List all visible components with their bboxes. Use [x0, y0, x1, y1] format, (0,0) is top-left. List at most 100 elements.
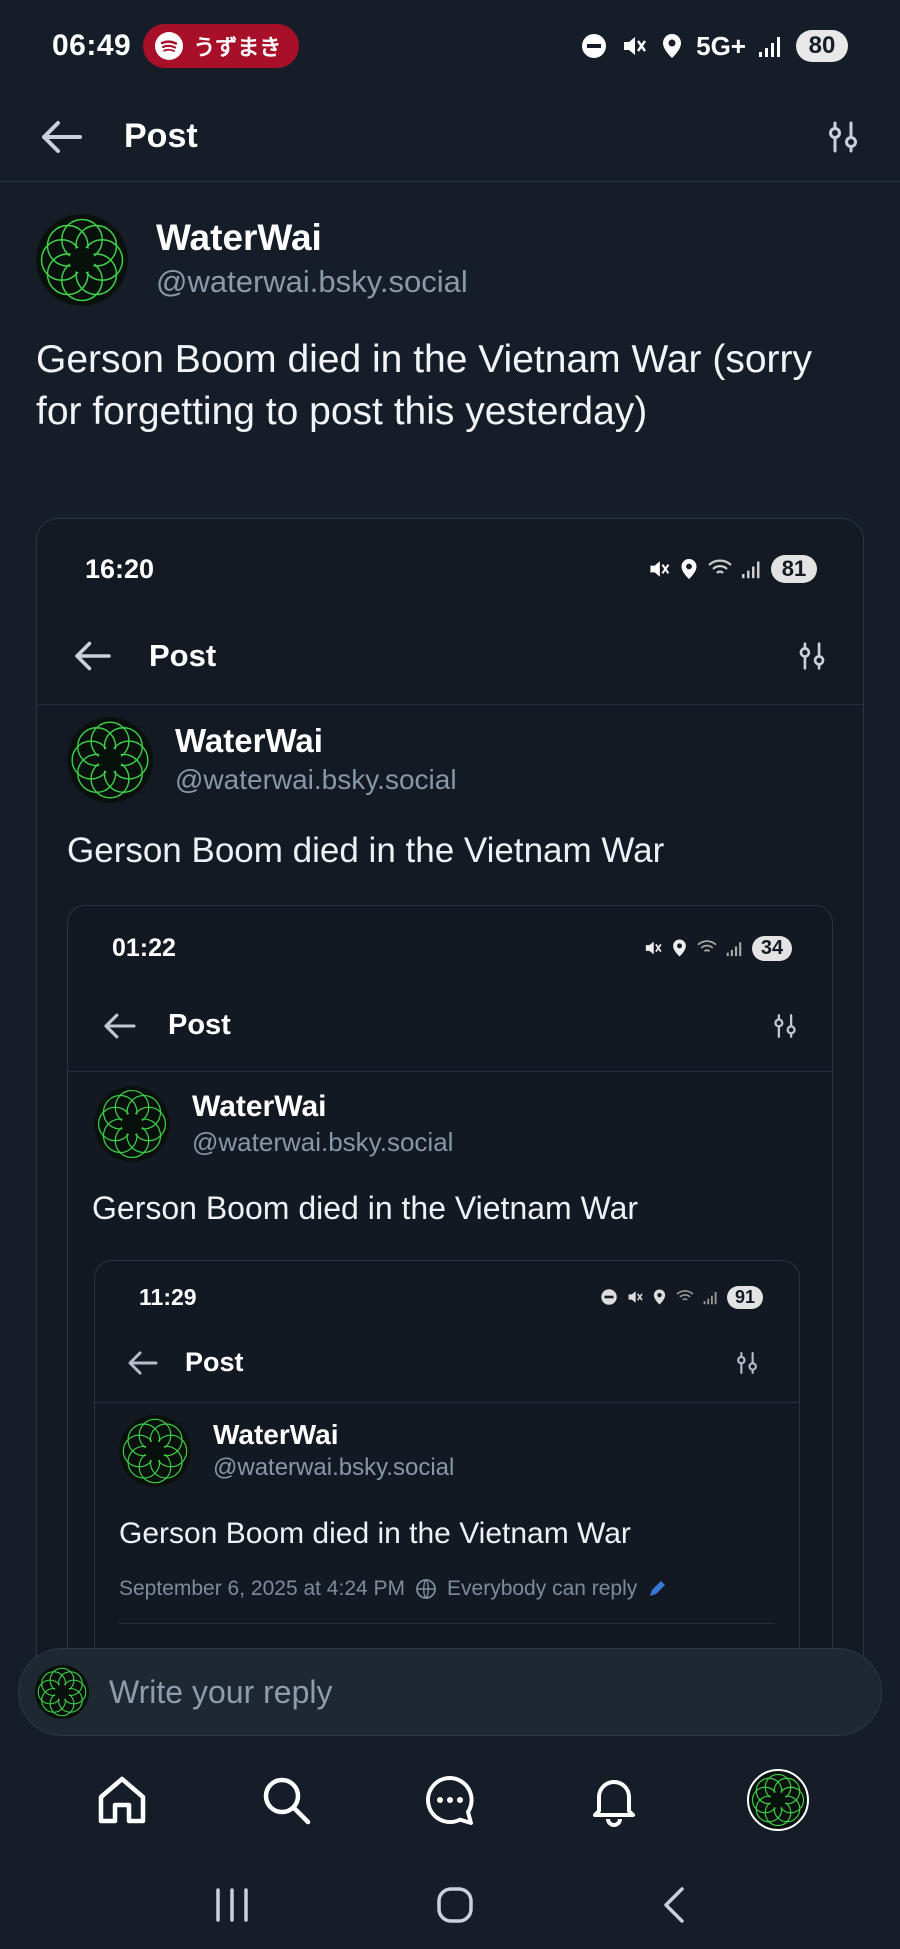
- embedded-image[interactable]: 16:20 81 Post WaterWai @waterwai.bsky.so…: [36, 518, 864, 1718]
- embed-status-bar: 01:22 34: [68, 928, 832, 968]
- home-circle-icon[interactable]: [435, 1885, 475, 1925]
- avatar-image: [750, 1772, 806, 1828]
- mute-icon: [624, 37, 647, 55]
- top-header: Post: [0, 92, 900, 182]
- embed-status-bar: 16:20 81: [37, 545, 863, 593]
- post-body: Gerson Boom died in the Vietnam War (sor…: [36, 338, 812, 433]
- dnd-icon: [582, 34, 607, 58]
- sliders-icon: [774, 1013, 796, 1038]
- media-pill[interactable]: うずまき: [143, 24, 300, 68]
- reply-input[interactable]: Write your reply: [109, 1674, 332, 1711]
- embed-time: 01:22: [112, 933, 176, 962]
- embed-battery: 34: [752, 935, 792, 961]
- sliders-icon: [799, 641, 825, 670]
- reply-composer[interactable]: Write your reply: [18, 1648, 882, 1736]
- battery-level: 80: [796, 30, 848, 62]
- signal-icon: [703, 1291, 717, 1304]
- embed-time: 16:20: [85, 553, 155, 584]
- embed-author-name: WaterWai: [213, 1419, 339, 1450]
- status-time: 06:49: [52, 29, 132, 62]
- signal-icon: [759, 37, 780, 57]
- embed-nested-2: 01:22 34 Post WaterWai @waterwai.bsky.so…: [67, 905, 833, 1717]
- wifi-icon: [697, 940, 717, 952]
- reply-avatar: [35, 1665, 89, 1719]
- back-arrow-icon: [75, 641, 111, 670]
- post-author[interactable]: WaterWai @waterwai.bsky.social: [36, 214, 468, 306]
- avatar-image: [37, 215, 127, 305]
- sliders-icon: [737, 1351, 757, 1374]
- sliders-icon[interactable]: [826, 120, 860, 154]
- status-icons: 5G+ 80: [580, 30, 848, 62]
- back-arrow-icon: [128, 1350, 158, 1375]
- embed-author: WaterWai @waterwai.bsky.social: [67, 717, 457, 803]
- pencil-icon: [650, 1581, 666, 1596]
- location-icon: [681, 559, 697, 579]
- page-title: Post: [124, 117, 198, 155]
- signal-icon: [742, 561, 760, 579]
- embed-title: Post: [185, 1347, 244, 1377]
- tab-profile[interactable]: [738, 1760, 818, 1840]
- embed-status-bar: 11:29 91: [95, 1279, 799, 1315]
- embed-avatar: [67, 717, 153, 803]
- author-handle[interactable]: @waterwai.bsky.social: [156, 260, 468, 304]
- signal-icon: [726, 941, 742, 956]
- embed-header: Post: [37, 607, 863, 705]
- location-icon: [653, 1289, 666, 1305]
- system-nav-bar: [0, 1860, 900, 1949]
- embed-author-handle: @waterwai.bsky.social: [213, 1454, 455, 1481]
- embed-author-handle: @waterwai.bsky.social: [192, 1127, 454, 1157]
- network-type: 5G+: [696, 30, 746, 61]
- back-chevron-icon[interactable]: [658, 1885, 688, 1925]
- avatar-image: [120, 1416, 190, 1486]
- author-avatar[interactable]: [36, 214, 128, 306]
- status-bar: 06:49 うずまき 5G+ 80: [0, 0, 900, 92]
- embed-header: Post: [95, 1323, 799, 1403]
- home-icon: [98, 1776, 146, 1824]
- mute-icon: [645, 941, 662, 955]
- tab-home[interactable]: [82, 1760, 162, 1840]
- embed-post-meta: September 6, 2025 at 4:24 PM Everybody c…: [119, 1577, 667, 1601]
- embed-timestamp: September 6, 2025 at 4:24 PM: [119, 1577, 406, 1600]
- embed-time: 11:29: [139, 1283, 197, 1310]
- dnd-icon: [601, 1289, 617, 1305]
- author-name[interactable]: WaterWai: [156, 216, 468, 260]
- media-title: うずまき: [193, 36, 282, 61]
- tab-chat[interactable]: [410, 1760, 490, 1840]
- embed-title: Post: [149, 637, 217, 673]
- search-icon: [263, 1777, 311, 1825]
- spotify-icon: [155, 32, 184, 60]
- embed-header: Post: [68, 980, 832, 1072]
- embed-author-name: WaterWai: [192, 1090, 327, 1123]
- embed-author-name: WaterWai: [175, 722, 323, 759]
- embed-post-text: Gerson Boom died in the Vietnam War: [67, 831, 665, 870]
- back-arrow-icon: [104, 1013, 136, 1038]
- embed-battery: 81: [771, 555, 817, 583]
- wifi-icon: [676, 1290, 694, 1301]
- mute-icon: [650, 561, 670, 577]
- location-icon: [663, 34, 682, 58]
- tab-notifications[interactable]: [574, 1760, 654, 1840]
- mute-icon: [628, 1291, 643, 1303]
- embed-title: Post: [168, 1009, 231, 1041]
- tab-search[interactable]: [246, 1760, 326, 1840]
- embed-battery: 91: [727, 1285, 763, 1309]
- wifi-icon: [708, 559, 732, 574]
- embed-post-text: Gerson Boom died in the Vietnam War: [92, 1190, 639, 1226]
- back-arrow-icon[interactable]: [40, 119, 84, 155]
- recents-icon[interactable]: [212, 1887, 252, 1923]
- profile-avatar: [747, 1769, 809, 1831]
- location-icon: [673, 939, 686, 957]
- bottom-tab-bar: [0, 1750, 900, 1850]
- divider: [119, 1623, 775, 1624]
- embed-author: WaterWai @waterwai.bsky.social: [119, 1415, 454, 1487]
- chat-icon: [426, 1776, 474, 1825]
- bell-icon: [593, 1780, 635, 1827]
- embed-avatar: [94, 1086, 170, 1162]
- avatar-image: [68, 718, 152, 802]
- embed-reply-setting: Everybody can reply: [447, 1577, 638, 1600]
- globe-icon: [416, 1579, 436, 1599]
- embed-author-handle: @waterwai.bsky.social: [175, 764, 457, 795]
- embed-author: WaterWai @waterwai.bsky.social: [94, 1086, 453, 1162]
- avatar-image: [95, 1087, 169, 1161]
- embed-post-text: Gerson Boom died in the Vietnam War: [119, 1517, 631, 1550]
